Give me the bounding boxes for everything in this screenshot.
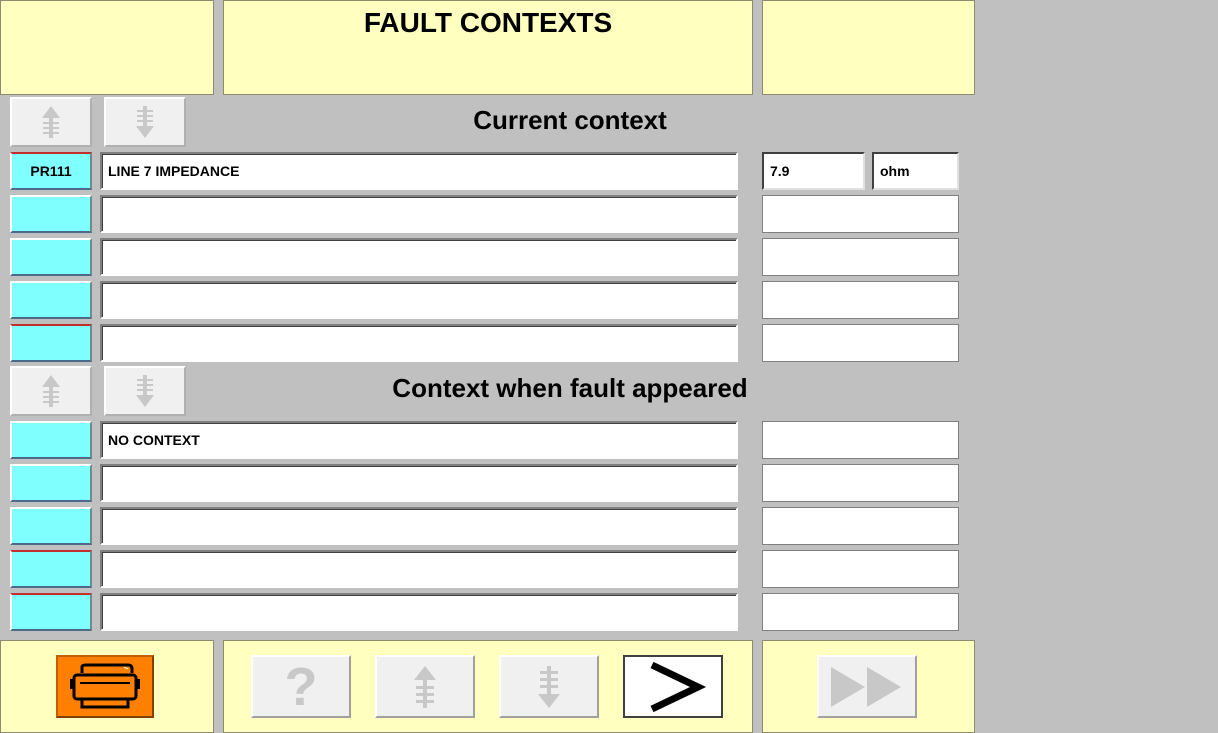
fault-row-value <box>762 550 959 588</box>
fault-row-code-button[interactable] <box>10 550 92 588</box>
fast-forward-button[interactable] <box>817 655 917 718</box>
page-down-button[interactable] <box>499 655 599 718</box>
fault-row-label <box>100 550 738 588</box>
current-scroll-down-button[interactable] <box>104 97 186 147</box>
fault-row-label: NO CONTEXT <box>100 421 738 459</box>
fault-scroll-down-button[interactable] <box>104 366 186 416</box>
current-row-value <box>762 238 959 276</box>
current-row-value <box>762 195 959 233</box>
current-row-value <box>762 324 959 362</box>
current-row-label <box>100 238 738 276</box>
page-title: FAULT CONTEXTS <box>363 7 613 38</box>
current-row-unit: ohm <box>872 152 959 190</box>
scroll-up-icon <box>414 665 436 708</box>
current-row-code-button[interactable] <box>10 281 92 319</box>
scroll-up-icon <box>42 106 60 138</box>
current-scroll-up-button[interactable] <box>10 97 92 147</box>
scroll-down-icon <box>136 106 154 138</box>
fault-row-value <box>762 507 959 545</box>
help-icon: ? <box>284 656 318 717</box>
current-row-value <box>762 281 959 319</box>
next-button[interactable] <box>623 655 723 718</box>
current-row-code-button[interactable] <box>10 324 92 362</box>
fault-row-code-button[interactable] <box>10 507 92 545</box>
current-context-title: Current context <box>473 105 667 135</box>
fault-context-title: Context when fault appeared <box>392 373 748 403</box>
current-row-label <box>100 281 738 319</box>
fault-scroll-up-button[interactable] <box>10 366 92 416</box>
fault-row-code-button[interactable] <box>10 593 92 631</box>
current-row-value: 7.9 <box>762 152 865 190</box>
fault-row-code-button[interactable] <box>10 421 92 459</box>
current-row-code-button[interactable] <box>10 195 92 233</box>
fault-row-value <box>762 421 959 459</box>
header-left-panel <box>0 0 214 95</box>
fault-row-label <box>100 593 738 631</box>
next-icon <box>650 661 707 712</box>
scroll-up-icon <box>42 375 60 407</box>
fault-row-label <box>100 507 738 545</box>
current-row-label <box>100 324 738 362</box>
header-right-panel <box>762 0 975 95</box>
current-row-code-button[interactable] <box>10 238 92 276</box>
printer-icon <box>70 663 140 708</box>
scroll-down-icon <box>538 665 560 708</box>
current-row-code-button[interactable]: PR111 <box>10 152 92 190</box>
current-row-label: LINE 7 IMPEDANCE <box>100 152 738 190</box>
page-up-button[interactable] <box>375 655 475 718</box>
scroll-down-icon <box>136 375 154 407</box>
fault-row-code-button[interactable] <box>10 464 92 502</box>
fault-row-label <box>100 464 738 502</box>
print-button[interactable] <box>56 655 154 718</box>
fault-row-value <box>762 464 959 502</box>
current-row-label <box>100 195 738 233</box>
fault-row-value <box>762 593 959 631</box>
header-center-panel: FAULT CONTEXTS <box>223 0 753 95</box>
fast-forward-icon <box>831 666 901 707</box>
help-button[interactable]: ? <box>251 655 351 718</box>
